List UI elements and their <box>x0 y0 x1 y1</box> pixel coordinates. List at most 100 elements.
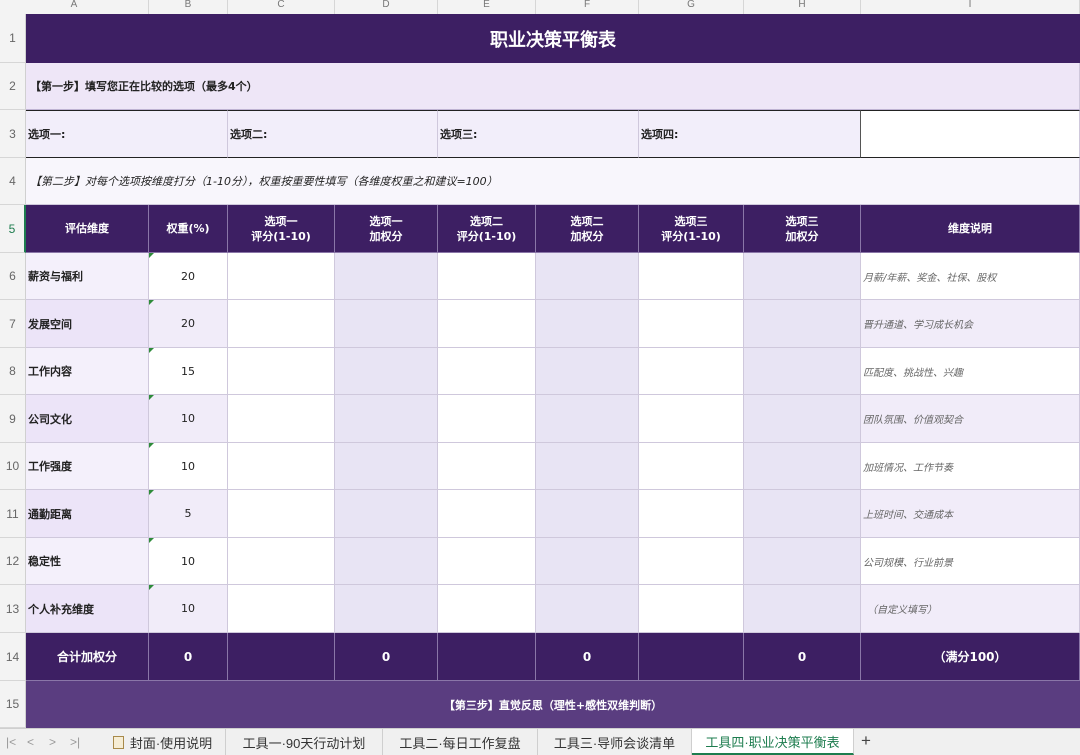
score-input[interactable] <box>639 585 744 633</box>
header-text: 选项一 加权分 <box>369 214 403 243</box>
column-header-a[interactable]: A <box>0 0 149 14</box>
column-header-bar: ABCDEFGHI <box>0 0 1080 15</box>
first-sheet-icon[interactable]: |< <box>6 735 16 749</box>
option1-label[interactable]: 选项一: <box>26 110 228 158</box>
row-header-8[interactable]: 8 <box>0 348 26 395</box>
column-header-f[interactable]: F <box>536 0 639 14</box>
document-icon <box>112 735 124 749</box>
weight-text: 10 <box>181 554 195 568</box>
row-header-6[interactable]: 6 <box>0 253 26 300</box>
column-header-d[interactable]: D <box>335 0 438 14</box>
column-header-h[interactable]: H <box>744 0 861 14</box>
total-note: （满分100） <box>861 633 1080 681</box>
score-input[interactable] <box>228 253 335 300</box>
row-header-14[interactable]: 14 <box>0 633 26 681</box>
header-text: 权重(%) <box>166 222 210 235</box>
score-input[interactable] <box>228 348 335 395</box>
score-input[interactable] <box>639 348 744 395</box>
tab-tool1[interactable]: 工具一·90天行动计划 <box>226 729 383 755</box>
comment-marker-icon <box>149 253 154 258</box>
weight-value[interactable]: 15 <box>149 348 228 395</box>
score-input[interactable] <box>228 585 335 633</box>
score-input[interactable] <box>639 538 744 585</box>
weight-value[interactable]: 5 <box>149 490 228 538</box>
score-input[interactable] <box>639 395 744 443</box>
column-header-b[interactable]: B <box>149 0 228 14</box>
weight-text: 10 <box>181 602 195 615</box>
weight-value[interactable]: 20 <box>149 253 228 300</box>
score-input[interactable] <box>438 443 536 490</box>
row-header-7[interactable]: 7 <box>0 300 26 348</box>
tab-label: 工具一·90天行动计划 <box>242 735 366 751</box>
score-input[interactable] <box>639 443 744 490</box>
sheet-tab-bar: |< < > >| 封面·使用说明 工具一·90天行动计划 工具二·每日工作复盘… <box>0 728 1080 755</box>
option4-label[interactable]: 选项四: <box>639 110 861 158</box>
add-sheet-icon[interactable]: + <box>861 731 871 751</box>
last-sheet-icon[interactable]: >| <box>70 735 80 749</box>
score-input[interactable] <box>639 253 744 300</box>
score-input[interactable] <box>228 300 335 348</box>
score-input[interactable] <box>438 490 536 538</box>
header-opt2-score: 选项二 评分(1-10) <box>438 205 536 253</box>
tab-tool3[interactable]: 工具三·导师会谈清单 <box>538 729 692 755</box>
row-header-3[interactable]: 3 <box>0 110 26 158</box>
tab-tool4[interactable]: 工具四·职业决策平衡表 <box>692 729 854 755</box>
weight-value[interactable]: 10 <box>149 443 228 490</box>
weight-text: 15 <box>181 364 195 378</box>
score-input[interactable] <box>438 585 536 633</box>
tab-cover[interactable]: 封面·使用说明 <box>100 729 226 755</box>
row-header-11[interactable]: 11 <box>0 490 26 538</box>
dimension-description: 晋升通道、学习成长机会 <box>861 300 1080 348</box>
weighted-score <box>335 538 438 585</box>
option4-input[interactable] <box>861 110 1080 158</box>
column-header-e[interactable]: E <box>438 0 536 14</box>
dimension-description: 月薪/年薪、奖金、社保、股权 <box>861 253 1080 300</box>
dimension-description: （自定义填写） <box>861 585 1080 633</box>
row-header-15[interactable]: 15 <box>0 681 26 728</box>
row-header-12[interactable]: 12 <box>0 538 26 585</box>
weighted-score <box>536 395 639 443</box>
row-header-5[interactable]: 5 <box>0 205 26 253</box>
row-header-13[interactable]: 13 <box>0 585 26 633</box>
header-text: 评估维度 <box>65 222 109 235</box>
weight-value[interactable]: 20 <box>149 300 228 348</box>
score-input[interactable] <box>639 300 744 348</box>
tab-tool2[interactable]: 工具二·每日工作复盘 <box>383 729 538 755</box>
option2-label[interactable]: 选项二: <box>228 110 438 158</box>
prev-sheet-icon[interactable]: < <box>27 735 34 749</box>
dimension-name: 工作内容 <box>26 348 149 395</box>
weight-text: 10 <box>181 459 195 473</box>
score-input[interactable] <box>438 538 536 585</box>
score-input[interactable] <box>438 395 536 443</box>
tab-label: 工具二·每日工作复盘 <box>399 735 521 751</box>
comment-marker-icon <box>149 490 154 495</box>
step3-instruction: 【第三步】直觉反思（理性+感性双维判断） <box>26 681 1080 728</box>
dimension-description: 团队氛围、价值观契合 <box>861 395 1080 443</box>
score-input[interactable] <box>228 395 335 443</box>
weight-value[interactable]: 10 <box>149 395 228 443</box>
column-header-i[interactable]: I <box>861 0 1080 14</box>
weighted-score <box>536 348 639 395</box>
weighted-score <box>536 490 639 538</box>
row-header-9[interactable]: 9 <box>0 395 26 443</box>
row-header-1[interactable]: 1 <box>0 14 26 63</box>
score-input[interactable] <box>228 443 335 490</box>
score-input[interactable] <box>438 300 536 348</box>
column-header-c[interactable]: C <box>228 0 335 14</box>
score-input[interactable] <box>438 253 536 300</box>
comment-marker-icon <box>149 443 154 448</box>
column-header-g[interactable]: G <box>639 0 744 14</box>
dimension-name: 工作强度 <box>26 443 149 490</box>
row-header-10[interactable]: 10 <box>0 443 26 490</box>
row-header-2[interactable]: 2 <box>0 63 26 110</box>
weight-value[interactable]: 10 <box>149 538 228 585</box>
score-input[interactable] <box>639 490 744 538</box>
score-input[interactable] <box>438 348 536 395</box>
row-header-4[interactable]: 4 <box>0 158 26 205</box>
total-label: 合计加权分 <box>26 633 149 681</box>
option3-label[interactable]: 选项三: <box>438 110 639 158</box>
score-input[interactable] <box>228 538 335 585</box>
score-input[interactable] <box>228 490 335 538</box>
next-sheet-icon[interactable]: > <box>49 735 56 749</box>
weight-value[interactable]: 10 <box>149 585 228 633</box>
